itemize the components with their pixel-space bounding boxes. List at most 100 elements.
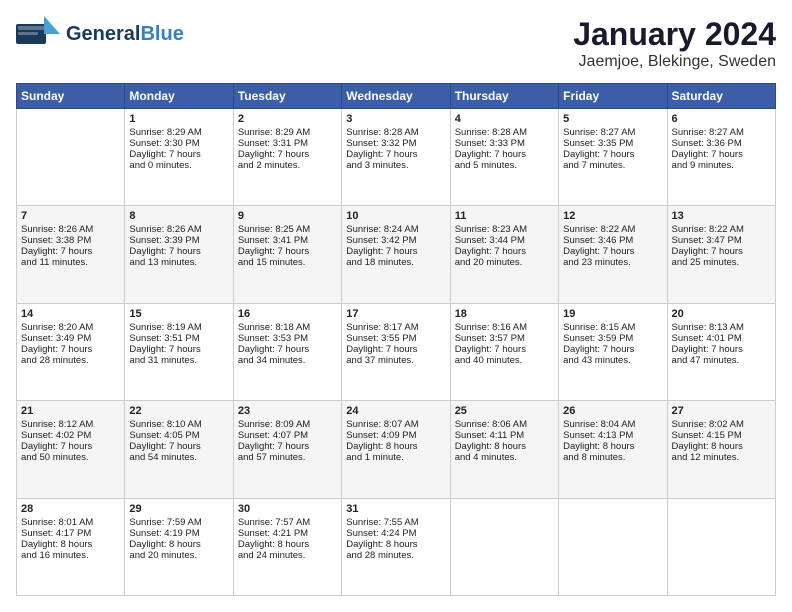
day-info-line: Sunrise: 7:55 AM [346, 517, 445, 528]
logo-general-text: General [66, 23, 140, 45]
col-friday: Friday [559, 84, 667, 109]
day-info-line: Sunrise: 8:04 AM [563, 419, 662, 430]
table-row: 26Sunrise: 8:04 AMSunset: 4:13 PMDayligh… [559, 401, 667, 498]
day-info-line: Daylight: 8 hours [455, 441, 554, 452]
day-info-line: Daylight: 7 hours [346, 246, 445, 257]
day-info-line: and 18 minutes. [346, 257, 445, 268]
title-section: January 2024 Jaemjoe, Blekinge, Sweden [573, 16, 776, 71]
day-info-line: and 31 minutes. [129, 355, 228, 366]
day-info-line: Sunrise: 8:06 AM [455, 419, 554, 430]
day-info-line: Sunrise: 8:19 AM [129, 322, 228, 333]
day-info-line: Sunrise: 8:27 AM [563, 127, 662, 138]
day-info-line: Daylight: 7 hours [129, 149, 228, 160]
day-info-line: Sunrise: 8:22 AM [672, 224, 771, 235]
day-info-line: Daylight: 8 hours [129, 539, 228, 550]
day-info-line: Sunrise: 8:28 AM [346, 127, 445, 138]
day-info-line: and 50 minutes. [21, 452, 120, 463]
day-info-line: Daylight: 7 hours [672, 246, 771, 257]
day-info-line: and 28 minutes. [21, 355, 120, 366]
day-info-line: Sunrise: 8:02 AM [672, 419, 771, 430]
day-info-line: and 5 minutes. [455, 160, 554, 171]
day-info-line: Sunset: 3:46 PM [563, 235, 662, 246]
day-info-line: Sunset: 4:24 PM [346, 528, 445, 539]
day-info-line: Sunrise: 7:59 AM [129, 517, 228, 528]
col-saturday: Saturday [667, 84, 775, 109]
day-info-line: Daylight: 7 hours [563, 344, 662, 355]
day-info-line: Sunset: 3:39 PM [129, 235, 228, 246]
day-info-line: Sunrise: 8:09 AM [238, 419, 337, 430]
table-row [559, 498, 667, 595]
day-info-line: Sunrise: 8:20 AM [21, 322, 120, 333]
table-row: 7Sunrise: 8:26 AMSunset: 3:38 PMDaylight… [17, 206, 125, 303]
col-thursday: Thursday [450, 84, 558, 109]
table-row: 19Sunrise: 8:15 AMSunset: 3:59 PMDayligh… [559, 303, 667, 400]
day-info-line: Sunrise: 8:01 AM [21, 517, 120, 528]
day-info-line: and 2 minutes. [238, 160, 337, 171]
table-row: 11Sunrise: 8:23 AMSunset: 3:44 PMDayligh… [450, 206, 558, 303]
day-info-line: and 47 minutes. [672, 355, 771, 366]
day-info-line: Sunset: 3:44 PM [455, 235, 554, 246]
day-info-line: Sunset: 4:01 PM [672, 333, 771, 344]
day-info-line: and 3 minutes. [346, 160, 445, 171]
calendar-week-row: 7 Sunrise: 8:26 AMSunset: 3:38 PM Daylight… [17, 206, 776, 303]
day-info-line: and 57 minutes. [238, 452, 337, 463]
day-info-line: Sunset: 3:47 PM [672, 235, 771, 246]
day-number: 23 [238, 405, 337, 417]
day-info-line: and 37 minutes. [346, 355, 445, 366]
table-row: 30Sunrise: 7:57 AMSunset: 4:21 PMDayligh… [233, 498, 341, 595]
day-info-line: and 0 minutes. [129, 160, 228, 171]
day-number: 4 [455, 113, 554, 125]
day-number: 9 [238, 210, 337, 222]
day-info-line: and 13 minutes. [129, 257, 228, 268]
day-info-line: Sunset: 3:35 PM [563, 138, 662, 149]
table-row: 22Sunrise: 8:10 AMSunset: 4:05 PMDayligh… [125, 401, 233, 498]
day-info-line: Sunset: 4:05 PM [129, 430, 228, 441]
day-number: 6 [672, 113, 771, 125]
day-info-line: Sunset: 3:33 PM [455, 138, 554, 149]
day-number: 7 [21, 210, 120, 222]
table-row: 1Sunrise: 8:29 AMSunset: 3:30 PMDaylight… [125, 109, 233, 206]
table-row: 17Sunrise: 8:17 AMSunset: 3:55 PMDayligh… [342, 303, 450, 400]
table-row: 12Sunrise: 8:22 AMSunset: 3:46 PMDayligh… [559, 206, 667, 303]
day-number: 10 [346, 210, 445, 222]
day-info-line: Daylight: 7 hours [346, 344, 445, 355]
day-info-line: Sunrise: 8:16 AM [455, 322, 554, 333]
day-info-line: Daylight: 7 hours [346, 149, 445, 160]
calendar-week-row: 14Sunrise: 8:20 AMSunset: 3:49 PMDayligh… [17, 303, 776, 400]
day-info-line: Sunset: 4:09 PM [346, 430, 445, 441]
day-info-line: and 9 minutes. [672, 160, 771, 171]
day-info-line: Sunrise: 8:12 AM [21, 419, 120, 430]
day-info-line: Sunrise: 8:18 AM [238, 322, 337, 333]
day-info-line: Daylight: 7 hours [129, 441, 228, 452]
day-number: 19 [563, 308, 662, 320]
day-info-line: and 20 minutes. [129, 550, 228, 561]
table-row: 21Sunrise: 8:12 AMSunset: 4:02 PMDayligh… [17, 401, 125, 498]
day-info-line: Sunset: 3:42 PM [346, 235, 445, 246]
logo: GeneralBlue [16, 16, 184, 52]
day-info-line: Sunset: 3:55 PM [346, 333, 445, 344]
day-number: 29 [129, 503, 228, 515]
day-info-line: Sunrise: 8:24 AM [346, 224, 445, 235]
day-info-line: Sunset: 3:38 PM [21, 235, 120, 246]
day-info-line: Sunset: 3:41 PM [238, 235, 337, 246]
day-info-line: Sunset: 3:51 PM [129, 333, 228, 344]
table-row: 9Sunrise: 8:25 AMSunset: 3:41 PMDaylight… [233, 206, 341, 303]
day-number: 13 [672, 210, 771, 222]
day-number: 18 [455, 308, 554, 320]
day-info-line: Sunrise: 8:17 AM [346, 322, 445, 333]
day-info-line: Sunset: 4:17 PM [21, 528, 120, 539]
day-info-line: Daylight: 8 hours [346, 539, 445, 550]
day-info-line: and 28 minutes. [346, 550, 445, 561]
day-info-line: Sunset: 3:36 PM [672, 138, 771, 149]
day-number: 1 [129, 113, 228, 125]
day-info-line: Sunrise: 8:26 AM [21, 224, 120, 235]
table-row: 8Sunrise: 8:26 AMSunset: 3:39 PMDaylight… [125, 206, 233, 303]
table-row: 5Sunrise: 8:27 AMSunset: 3:35 PMDaylight… [559, 109, 667, 206]
day-info-line: and 1 minute. [346, 452, 445, 463]
table-row: 16Sunrise: 8:18 AMSunset: 3:53 PMDayligh… [233, 303, 341, 400]
table-row [17, 109, 125, 206]
day-info-line: and 4 minutes. [455, 452, 554, 463]
day-info-line: Sunset: 4:11 PM [455, 430, 554, 441]
day-info-line: Sunset: 3:59 PM [563, 333, 662, 344]
day-info-line: Sunrise: 8:27 AM [672, 127, 771, 138]
